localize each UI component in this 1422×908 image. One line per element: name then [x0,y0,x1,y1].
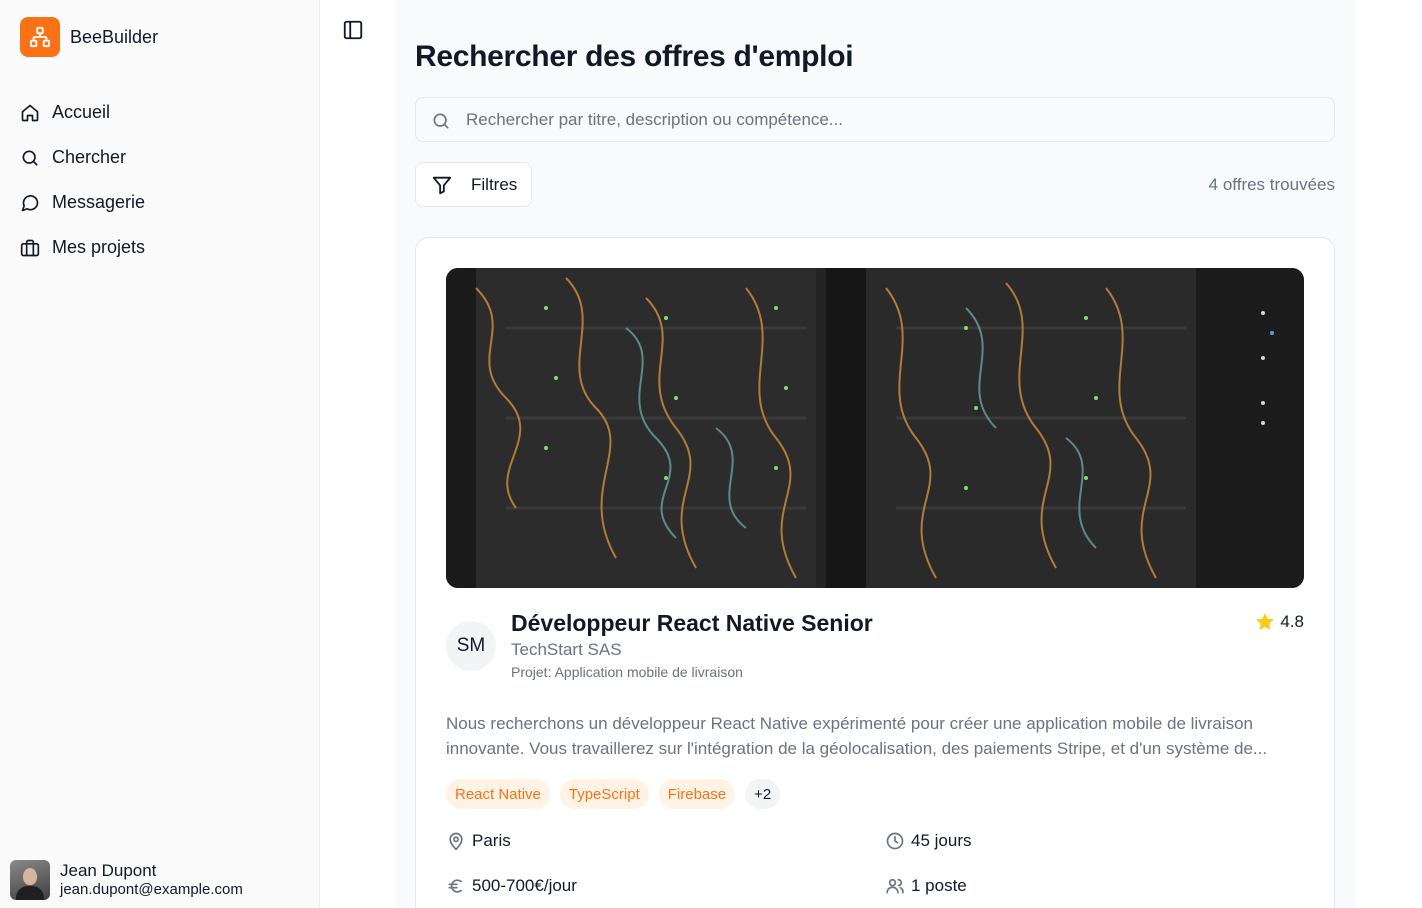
job-description: Nous recherchons un développeur React Na… [446,714,1268,758]
skill-tags: React Native TypeScript Firebase +2 [446,779,781,809]
rating: 4.8 [1255,612,1304,632]
result-count: 4 offres trouvées [1208,175,1335,194]
home-icon [21,104,39,121]
project-name: Projet: Application mobile de livraison [511,664,743,680]
main-content: Rechercher des offres d'emploi Filtres 4… [395,0,1355,908]
filter-icon [432,176,452,194]
filters-label: Filtres [471,174,518,194]
sidebar: BeeBuilder Accueil Chercher Messagerie M… [0,0,320,908]
page-title: Rechercher des offres d'emploi [415,40,854,73]
job-rate: 500-700€/jour [446,876,577,896]
sidebar-item-chercher[interactable]: Chercher [20,135,300,180]
sidebar-item-label: Accueil [52,102,111,122]
sidebar-item-label: Messagerie [52,192,146,212]
search-bar [415,97,1335,142]
message-icon [21,194,39,211]
sidebar-item-messagerie[interactable]: Messagerie [20,180,300,225]
map-pin-icon [449,832,463,851]
main-nav: Accueil Chercher Messagerie Mes projets [20,90,300,270]
skill-tag: Firebase [658,779,736,809]
positions-value: 1 poste [911,876,967,895]
job-positions: 1 poste [885,876,967,896]
avatar [10,860,50,900]
company-initials-badge: SM [446,621,496,671]
job-location: Paris [446,831,511,851]
job-cover-image [446,268,1304,588]
user-name: Jean Dupont [60,861,157,880]
star-icon [1256,613,1275,630]
location-value: Paris [472,831,511,850]
sitemap-icon [20,17,60,57]
sidebar-item-label: Chercher [52,147,127,167]
briefcase-icon [20,239,40,256]
filters-button[interactable]: Filtres [415,162,532,207]
sidebar-item-mes-projets[interactable]: Mes projets [20,225,300,270]
user-email: jean.dupont@example.com [60,881,243,898]
job-duration: 45 jours [885,831,971,851]
search-icon [433,113,449,129]
sidebar-item-label: Mes projets [52,237,146,257]
brand[interactable]: BeeBuilder [20,17,158,57]
rate-value: 500-700€/jour [472,876,577,895]
skill-tag: React Native [446,779,550,809]
clock-icon [886,832,904,850]
search-icon [22,150,38,165]
users-icon [886,878,904,894]
job-title[interactable]: Développeur React Native Senior [511,610,873,637]
sidebar-toggle-icon[interactable] [342,19,364,41]
euro-icon [448,879,462,893]
job-card[interactable]: SM Développeur React Native Senior TechS… [415,237,1335,908]
skill-tag: TypeScript [559,779,649,809]
sidebar-item-accueil[interactable]: Accueil [20,90,300,135]
brand-name: BeeBuilder [70,26,159,47]
more-tags-badge: +2 [745,779,781,809]
search-input[interactable] [466,98,1326,141]
company-name: TechStart SAS [511,640,622,659]
user-profile[interactable]: Jean Dupont jean.dupont@example.com [10,860,243,900]
rating-value: 4.8 [1280,612,1304,631]
duration-value: 45 jours [911,831,972,850]
